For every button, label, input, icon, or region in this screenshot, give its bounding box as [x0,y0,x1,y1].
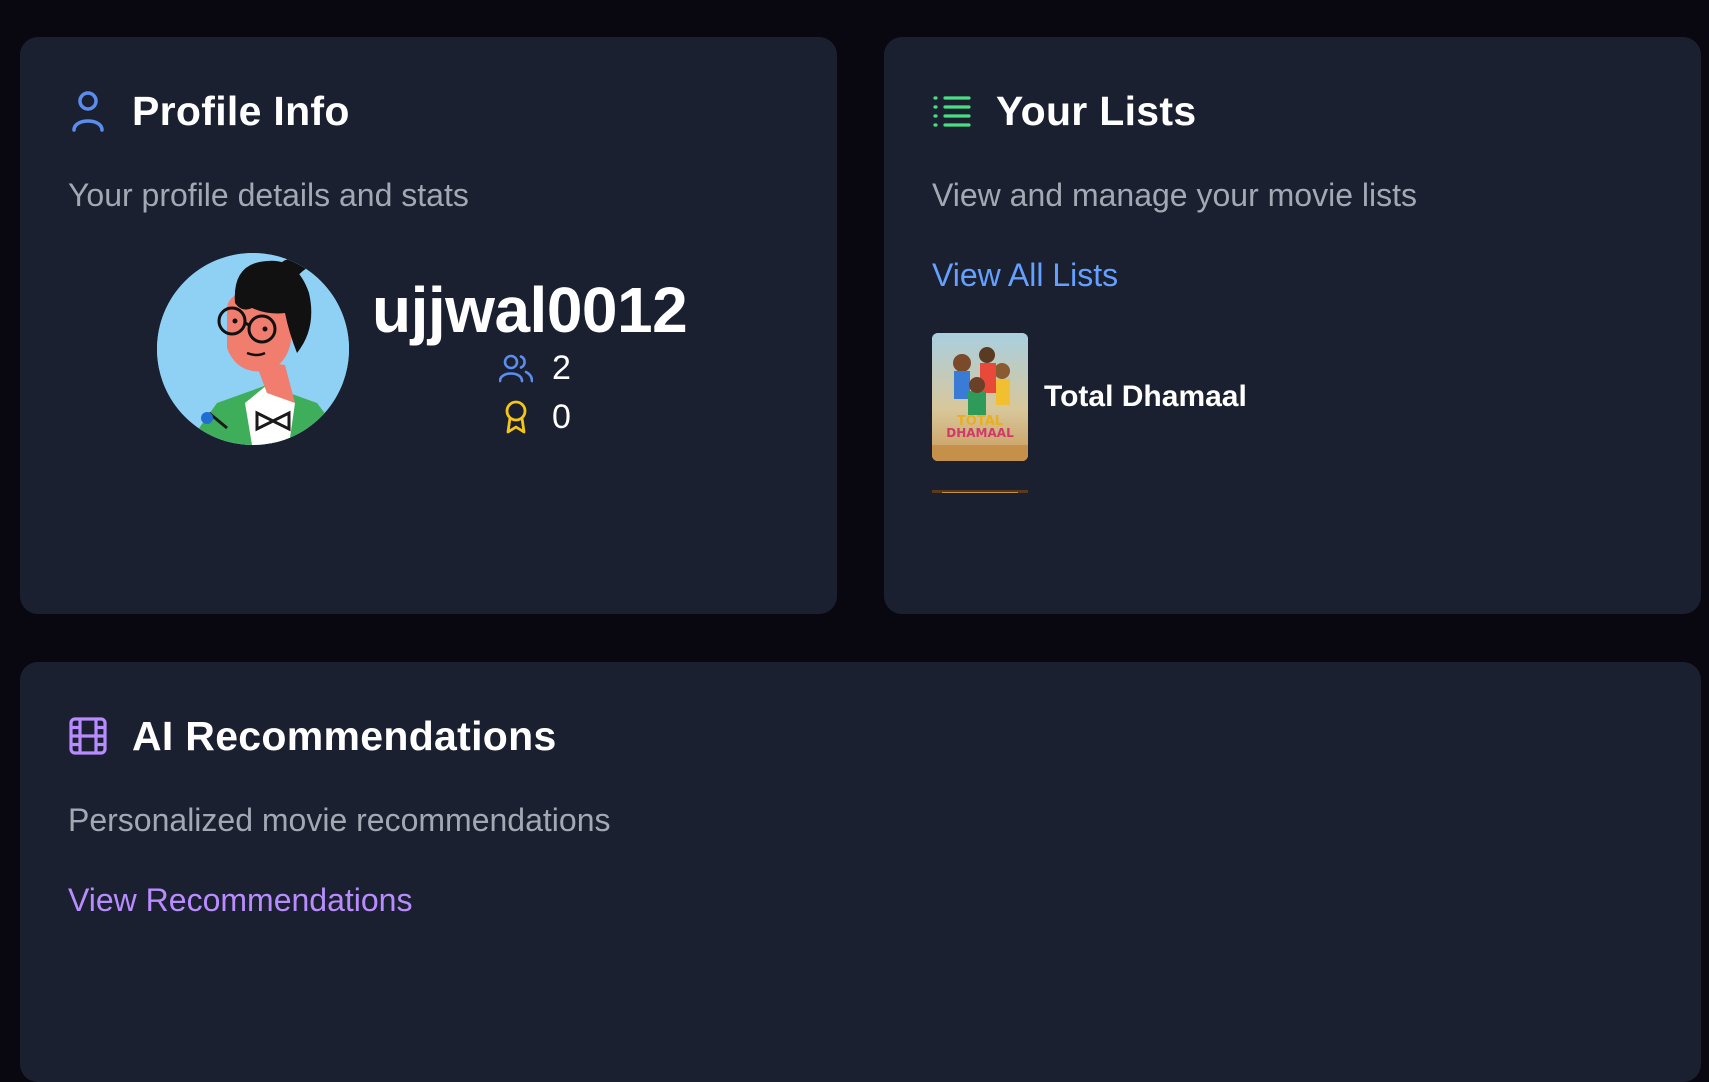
profile-info-title: Profile Info [132,87,350,134]
profile-info-subtitle: Your profile details and stats [68,177,469,213]
your-lists-subtitle: View and manage your movie lists [932,177,1417,213]
list-item[interactable]: TOTAL DHAMAAL Total Dhamaal [932,333,1247,461]
friends-stat: 2 [498,348,571,388]
list-icon [932,91,972,131]
ai-recommendations-card: AI Recommendations Personalized movie re… [20,662,1701,1082]
your-lists-title: Your Lists [996,87,1197,134]
movie-poster-partial [932,485,1028,493]
your-lists-header: Your Lists [932,87,1196,135]
profile-info-header: Profile Info [68,87,350,135]
awards-stat: 0 [498,397,571,437]
ai-recommendations-subtitle: Personalized movie recommendations [68,802,611,838]
film-icon [68,716,108,756]
username: ujjwal0012 [372,274,688,346]
list-item-title: Total Dhamaal [1044,380,1247,413]
award-icon [498,399,534,435]
friends-count: 2 [552,348,571,387]
ai-recommendations-header: AI Recommendations [68,712,557,760]
svg-text:DHAMAAL: DHAMAAL [946,426,1014,440]
user-icon [68,91,108,132]
awards-count: 0 [552,397,571,436]
avatar [157,253,349,445]
your-lists-card: Your Lists View and manage your movie li… [884,37,1701,614]
ai-recommendations-title: AI Recommendations [132,712,557,759]
profile-info-card: Profile Info Your profile details and st… [20,37,837,614]
movie-poster: TOTAL DHAMAAL [932,333,1028,461]
view-recommendations-link[interactable]: View Recommendations [68,882,412,919]
users-icon [498,350,534,386]
view-all-lists-link[interactable]: View All Lists [932,257,1118,294]
